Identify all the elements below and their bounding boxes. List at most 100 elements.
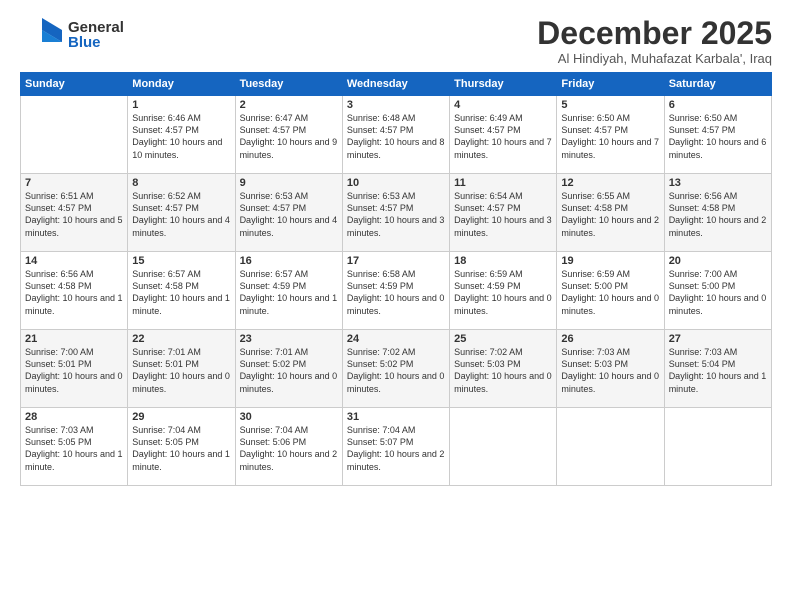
day-cell: 27Sunrise: 7:03 AMSunset: 5:04 PMDayligh… [664, 330, 771, 408]
day-number: 16 [240, 255, 338, 267]
day-number: 26 [561, 333, 659, 345]
logo-text: General Blue [68, 20, 124, 50]
day-cell: 7Sunrise: 6:51 AMSunset: 4:57 PMDaylight… [21, 174, 128, 252]
day-number: 15 [132, 255, 230, 267]
day-cell: 18Sunrise: 6:59 AMSunset: 4:59 PMDayligh… [450, 252, 557, 330]
day-cell: 22Sunrise: 7:01 AMSunset: 5:01 PMDayligh… [128, 330, 235, 408]
day-cell: 17Sunrise: 6:58 AMSunset: 4:59 PMDayligh… [342, 252, 449, 330]
day-cell: 29Sunrise: 7:04 AMSunset: 5:05 PMDayligh… [128, 408, 235, 486]
day-number: 3 [347, 99, 445, 111]
day-cell [557, 408, 664, 486]
day-info: Sunrise: 7:01 AMSunset: 5:01 PMDaylight:… [132, 346, 230, 395]
day-info: Sunrise: 6:46 AMSunset: 4:57 PMDaylight:… [132, 112, 230, 161]
day-cell: 28Sunrise: 7:03 AMSunset: 5:05 PMDayligh… [21, 408, 128, 486]
day-cell: 23Sunrise: 7:01 AMSunset: 5:02 PMDayligh… [235, 330, 342, 408]
day-info: Sunrise: 6:56 AMSunset: 4:58 PMDaylight:… [669, 190, 767, 239]
day-cell: 6Sunrise: 6:50 AMSunset: 4:57 PMDaylight… [664, 96, 771, 174]
day-cell: 4Sunrise: 6:49 AMSunset: 4:57 PMDaylight… [450, 96, 557, 174]
week-row-1: 1Sunrise: 6:46 AMSunset: 4:57 PMDaylight… [21, 96, 772, 174]
day-number: 7 [25, 177, 123, 189]
day-cell: 3Sunrise: 6:48 AMSunset: 4:57 PMDaylight… [342, 96, 449, 174]
day-cell: 26Sunrise: 7:03 AMSunset: 5:03 PMDayligh… [557, 330, 664, 408]
day-cell: 13Sunrise: 6:56 AMSunset: 4:58 PMDayligh… [664, 174, 771, 252]
header: General Blue December 2025 Al Hindiyah, … [20, 16, 772, 66]
day-info: Sunrise: 7:03 AMSunset: 5:05 PMDaylight:… [25, 424, 123, 473]
day-info: Sunrise: 7:00 AMSunset: 5:01 PMDaylight:… [25, 346, 123, 395]
title-block: December 2025 Al Hindiyah, Muhafazat Kar… [537, 16, 772, 66]
day-cell: 19Sunrise: 6:59 AMSunset: 5:00 PMDayligh… [557, 252, 664, 330]
day-number: 10 [347, 177, 445, 189]
day-info: Sunrise: 6:52 AMSunset: 4:57 PMDaylight:… [132, 190, 230, 239]
col-friday: Friday [557, 73, 664, 96]
day-cell: 21Sunrise: 7:00 AMSunset: 5:01 PMDayligh… [21, 330, 128, 408]
col-thursday: Thursday [450, 73, 557, 96]
day-cell: 12Sunrise: 6:55 AMSunset: 4:58 PMDayligh… [557, 174, 664, 252]
day-cell: 1Sunrise: 6:46 AMSunset: 4:57 PMDaylight… [128, 96, 235, 174]
day-number: 17 [347, 255, 445, 267]
day-info: Sunrise: 6:54 AMSunset: 4:57 PMDaylight:… [454, 190, 552, 239]
day-info: Sunrise: 7:04 AMSunset: 5:05 PMDaylight:… [132, 424, 230, 473]
day-cell: 30Sunrise: 7:04 AMSunset: 5:06 PMDayligh… [235, 408, 342, 486]
month-title: December 2025 [537, 16, 772, 51]
day-number: 12 [561, 177, 659, 189]
day-number: 20 [669, 255, 767, 267]
col-monday: Monday [128, 73, 235, 96]
day-info: Sunrise: 7:03 AMSunset: 5:04 PMDaylight:… [669, 346, 767, 395]
logo-blue: Blue [68, 35, 124, 50]
day-info: Sunrise: 7:04 AMSunset: 5:06 PMDaylight:… [240, 424, 338, 473]
day-info: Sunrise: 6:47 AMSunset: 4:57 PMDaylight:… [240, 112, 338, 161]
day-number: 9 [240, 177, 338, 189]
day-number: 22 [132, 333, 230, 345]
logo-general: General [68, 20, 124, 35]
day-cell: 5Sunrise: 6:50 AMSunset: 4:57 PMDaylight… [557, 96, 664, 174]
calendar-table: Sunday Monday Tuesday Wednesday Thursday… [20, 72, 772, 486]
day-info: Sunrise: 6:57 AMSunset: 4:58 PMDaylight:… [132, 268, 230, 317]
day-number: 18 [454, 255, 552, 267]
week-row-2: 7Sunrise: 6:51 AMSunset: 4:57 PMDaylight… [21, 174, 772, 252]
day-info: Sunrise: 6:53 AMSunset: 4:57 PMDaylight:… [347, 190, 445, 239]
day-cell [664, 408, 771, 486]
day-cell: 15Sunrise: 6:57 AMSunset: 4:58 PMDayligh… [128, 252, 235, 330]
day-cell: 8Sunrise: 6:52 AMSunset: 4:57 PMDaylight… [128, 174, 235, 252]
day-cell: 9Sunrise: 6:53 AMSunset: 4:57 PMDaylight… [235, 174, 342, 252]
day-info: Sunrise: 6:56 AMSunset: 4:58 PMDaylight:… [25, 268, 123, 317]
day-info: Sunrise: 7:03 AMSunset: 5:03 PMDaylight:… [561, 346, 659, 395]
day-info: Sunrise: 6:48 AMSunset: 4:57 PMDaylight:… [347, 112, 445, 161]
day-number: 23 [240, 333, 338, 345]
day-info: Sunrise: 7:00 AMSunset: 5:00 PMDaylight:… [669, 268, 767, 317]
calendar-header: Sunday Monday Tuesday Wednesday Thursday… [21, 73, 772, 96]
day-info: Sunrise: 6:49 AMSunset: 4:57 PMDaylight:… [454, 112, 552, 161]
page: General Blue December 2025 Al Hindiyah, … [0, 0, 792, 612]
day-number: 28 [25, 411, 123, 423]
day-number: 25 [454, 333, 552, 345]
day-number: 31 [347, 411, 445, 423]
day-info: Sunrise: 6:57 AMSunset: 4:59 PMDaylight:… [240, 268, 338, 317]
day-number: 2 [240, 99, 338, 111]
day-info: Sunrise: 6:59 AMSunset: 4:59 PMDaylight:… [454, 268, 552, 317]
day-info: Sunrise: 7:02 AMSunset: 5:02 PMDaylight:… [347, 346, 445, 395]
day-number: 27 [669, 333, 767, 345]
week-row-4: 21Sunrise: 7:00 AMSunset: 5:01 PMDayligh… [21, 330, 772, 408]
col-saturday: Saturday [664, 73, 771, 96]
day-cell: 25Sunrise: 7:02 AMSunset: 5:03 PMDayligh… [450, 330, 557, 408]
day-info: Sunrise: 6:55 AMSunset: 4:58 PMDaylight:… [561, 190, 659, 239]
day-info: Sunrise: 6:51 AMSunset: 4:57 PMDaylight:… [25, 190, 123, 239]
day-cell: 2Sunrise: 6:47 AMSunset: 4:57 PMDaylight… [235, 96, 342, 174]
col-sunday: Sunday [21, 73, 128, 96]
day-number: 24 [347, 333, 445, 345]
day-number: 1 [132, 99, 230, 111]
day-info: Sunrise: 6:53 AMSunset: 4:57 PMDaylight:… [240, 190, 338, 239]
week-row-5: 28Sunrise: 7:03 AMSunset: 5:05 PMDayligh… [21, 408, 772, 486]
day-cell: 31Sunrise: 7:04 AMSunset: 5:07 PMDayligh… [342, 408, 449, 486]
location: Al Hindiyah, Muhafazat Karbala', Iraq [537, 51, 772, 66]
col-tuesday: Tuesday [235, 73, 342, 96]
day-info: Sunrise: 7:02 AMSunset: 5:03 PMDaylight:… [454, 346, 552, 395]
logo-icon [20, 16, 64, 54]
day-cell: 14Sunrise: 6:56 AMSunset: 4:58 PMDayligh… [21, 252, 128, 330]
day-info: Sunrise: 7:04 AMSunset: 5:07 PMDaylight:… [347, 424, 445, 473]
day-info: Sunrise: 7:01 AMSunset: 5:02 PMDaylight:… [240, 346, 338, 395]
week-row-3: 14Sunrise: 6:56 AMSunset: 4:58 PMDayligh… [21, 252, 772, 330]
day-number: 6 [669, 99, 767, 111]
header-row: Sunday Monday Tuesday Wednesday Thursday… [21, 73, 772, 96]
day-number: 8 [132, 177, 230, 189]
